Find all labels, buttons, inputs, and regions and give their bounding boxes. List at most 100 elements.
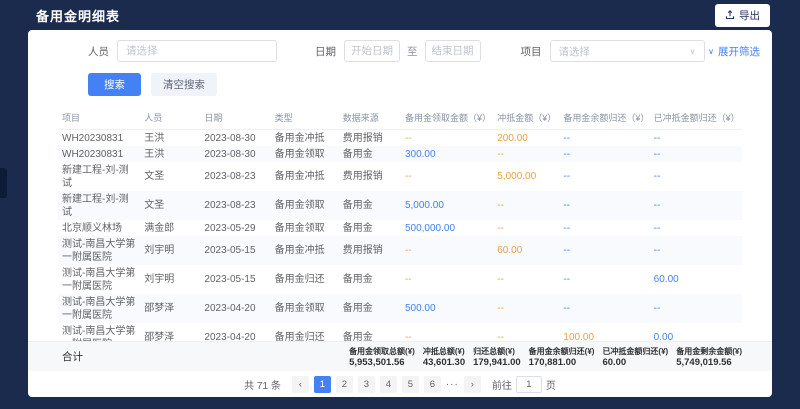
text-cell: 2023-05-29: [200, 220, 270, 236]
page-button[interactable]: 2: [336, 376, 353, 393]
text-cell: 备用金冲抵: [271, 162, 339, 191]
content-card: 人员 日期 至 项目 请选择 ∨ ∨ 展开筛选 搜索 清空搜索 项目人员日期类型…: [28, 30, 772, 397]
text-cell: 北京顺义林场: [58, 220, 140, 236]
pagination-ellipsis: ···: [446, 379, 459, 390]
text-cell: 备用金领取: [271, 220, 339, 236]
amount-cell: --: [650, 191, 742, 220]
goto-page: 前往 页: [492, 376, 556, 393]
amount-cell: --: [401, 265, 493, 294]
text-cell: 测试-南昌大学第一附属医院: [58, 294, 140, 323]
summary-stat: 冲抵总额(¥)43,601.30: [423, 346, 465, 368]
summary-row: 合计 备用金领取总额(¥)5,953,501.56 冲抵总额(¥)43,601.3…: [28, 341, 772, 371]
summary-total-label: 合计: [58, 349, 83, 364]
amount-cell: 5,000.00: [493, 162, 559, 191]
amount-cell: 500.00: [401, 294, 493, 323]
text-cell: WH20230831: [58, 146, 140, 162]
text-cell: 备用金: [339, 191, 401, 220]
text-cell: 文圣: [140, 191, 200, 220]
summary-stat-label: 归还总额(¥): [473, 346, 521, 357]
text-cell: 2023-04-20: [200, 294, 270, 323]
clear-search-button[interactable]: 清空搜索: [151, 73, 217, 96]
page-button[interactable]: 6: [424, 376, 441, 393]
text-cell: 备用金: [339, 294, 401, 323]
person-filter-label: 人员: [88, 44, 109, 59]
person-filter-input[interactable]: [117, 40, 277, 62]
amount-cell: --: [559, 130, 649, 147]
summary-stat-label: 备用金剩余金额(¥): [676, 346, 742, 357]
text-cell: 2023-08-30: [200, 130, 270, 147]
text-cell: 邵梦泽: [140, 323, 200, 341]
filter-bar: 人员 日期 至 项目 请选择 ∨ ∨ 展开筛选: [88, 39, 760, 63]
pagination-total: 共 71 条: [244, 377, 281, 392]
amount-cell: --: [401, 323, 493, 341]
column-header: 冲抵金额（¥）: [493, 106, 559, 130]
text-cell: 备用金归还: [271, 323, 339, 341]
page-button[interactable]: 5: [402, 376, 419, 393]
column-header: 数据来源: [339, 106, 401, 130]
text-cell: 费用报销: [339, 130, 401, 147]
amount-cell: --: [559, 236, 649, 265]
export-button[interactable]: 导出: [715, 4, 770, 27]
goto-page-prefix: 前往: [492, 377, 512, 392]
goto-page-suffix: 页: [546, 377, 556, 392]
prev-page-button[interactable]: ‹: [292, 376, 309, 393]
amount-cell: --: [559, 294, 649, 323]
top-bar: 备用金明细表 导出: [0, 0, 800, 30]
text-cell: 刘宇明: [140, 265, 200, 294]
text-cell: 费用报销: [339, 162, 401, 191]
page-list: 123456: [314, 376, 441, 393]
amount-cell: --: [559, 191, 649, 220]
search-button[interactable]: 搜索: [88, 73, 141, 96]
text-cell: 满金郎: [140, 220, 200, 236]
project-select[interactable]: 请选择 ∨: [550, 40, 705, 62]
text-cell: WH20230831: [58, 130, 140, 147]
amount-cell: 300.00: [401, 146, 493, 162]
amount-cell: 500,000.00: [401, 220, 493, 236]
sidebar-collapse-handle[interactable]: [0, 168, 7, 198]
text-cell: 备用金领取: [271, 294, 339, 323]
date-start-input[interactable]: [344, 40, 400, 62]
text-cell: 2023-05-15: [200, 236, 270, 265]
page-button[interactable]: 1: [314, 376, 331, 393]
text-cell: 文圣: [140, 162, 200, 191]
summary-stat: 备用金剩余金额(¥)5,749,019.56: [676, 346, 742, 368]
text-cell: 新建工程-刘-测试: [58, 162, 140, 191]
amount-cell: --: [650, 220, 742, 236]
amount-cell: --: [650, 294, 742, 323]
summary-stat: 备用金领取总额(¥)5,953,501.56: [349, 346, 415, 368]
amount-cell: --: [493, 146, 559, 162]
expand-filters-link[interactable]: ∨ 展开筛选: [708, 44, 760, 59]
amount-cell: --: [650, 146, 742, 162]
text-cell: 备用金: [339, 146, 401, 162]
text-cell: 备用金: [339, 323, 401, 341]
summary-stat-label: 已冲抵金额归还(¥): [602, 346, 668, 357]
text-cell: 2023-04-20: [200, 323, 270, 341]
table-row: 北京顺义林场满金郎2023-05-29备用金领取备用金500,000.00---…: [58, 220, 742, 236]
amount-cell: --: [493, 294, 559, 323]
date-range-separator: 至: [407, 44, 418, 59]
summary-stat-value: 5,953,501.56: [349, 357, 415, 368]
amount-cell: --: [559, 220, 649, 236]
summary-stat-label: 冲抵总额(¥): [423, 346, 465, 357]
text-cell: 邵梦泽: [140, 294, 200, 323]
summary-stats: 备用金领取总额(¥)5,953,501.56 冲抵总额(¥)43,601.30 归还…: [349, 346, 742, 368]
summary-stat-value: 170,881.00: [529, 357, 595, 368]
chevron-down-icon: ∨: [708, 47, 714, 56]
goto-page-input[interactable]: [516, 376, 542, 393]
summary-stat: 已冲抵金额归还(¥)60.00: [602, 346, 668, 368]
date-end-input[interactable]: [425, 40, 481, 62]
text-cell: 备用金领取: [271, 146, 339, 162]
column-header: 人员: [140, 106, 200, 130]
summary-stat-value: 60.00: [602, 357, 668, 368]
table-row: 新建工程-刘-测试文圣2023-08-23备用金领取备用金5,000.00---…: [58, 191, 742, 220]
page-button[interactable]: 4: [380, 376, 397, 393]
text-cell: 2023-08-30: [200, 146, 270, 162]
pagination: 共 71 条 ‹ 123456 ··· › 前往 页: [28, 371, 772, 397]
amount-cell: 100.00: [559, 323, 649, 341]
column-header: 类型: [271, 106, 339, 130]
text-cell: 备用金: [339, 265, 401, 294]
next-page-button[interactable]: ›: [464, 376, 481, 393]
table-header-row: 项目人员日期类型数据来源备用金领取金额（¥）冲抵金额（¥）备用金余额归还（¥）已…: [58, 106, 742, 130]
text-cell: 费用报销: [339, 236, 401, 265]
page-button[interactable]: 3: [358, 376, 375, 393]
